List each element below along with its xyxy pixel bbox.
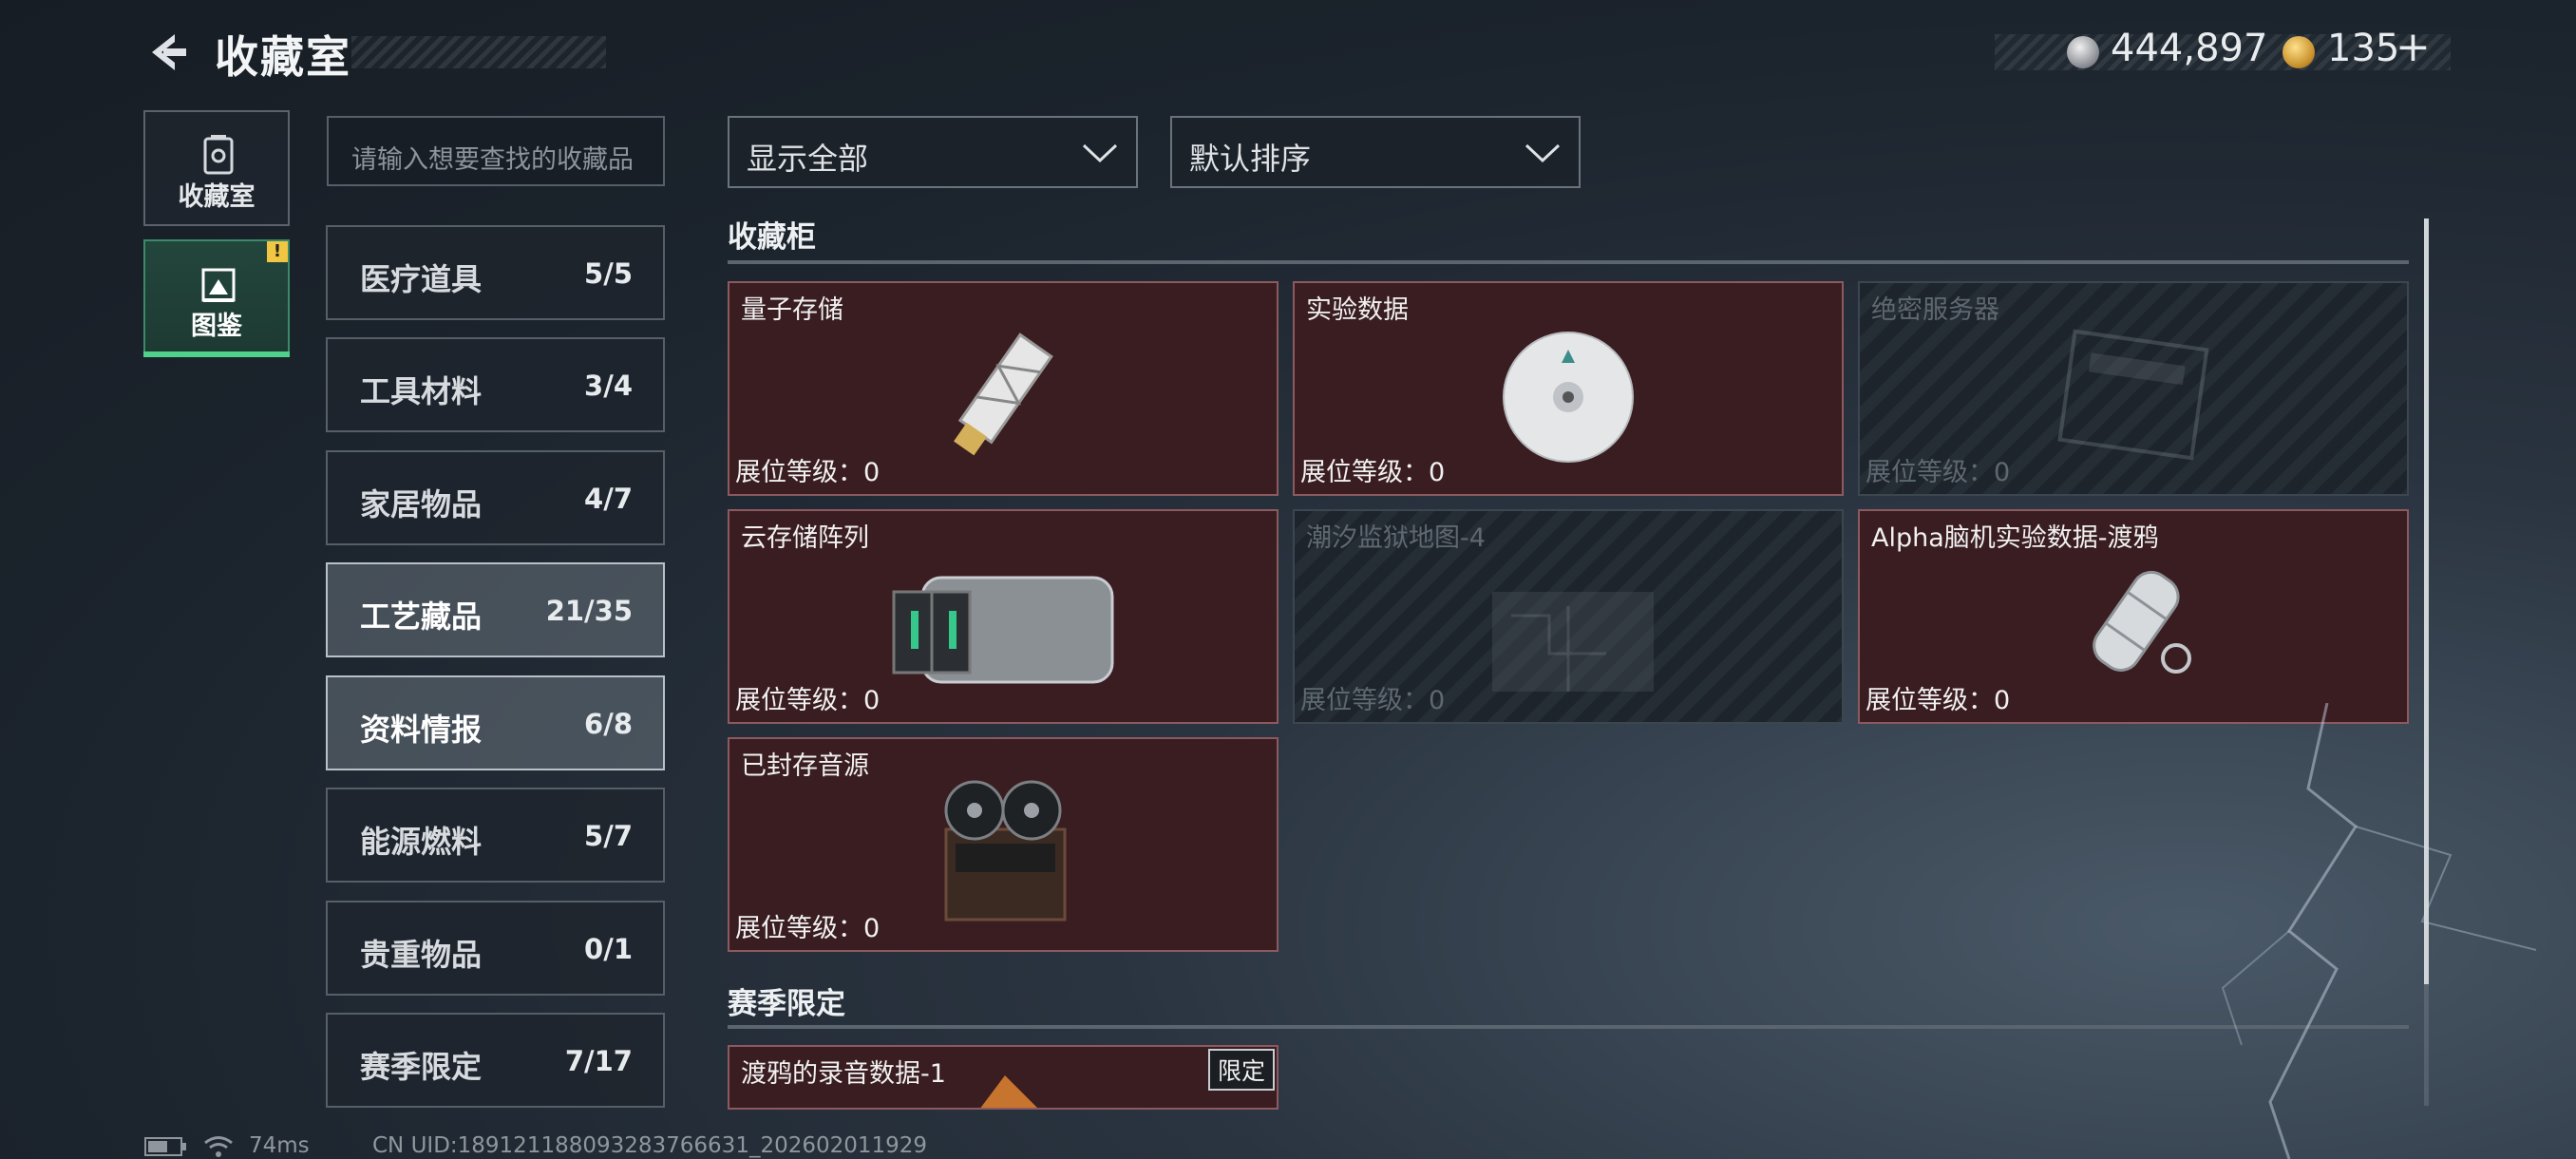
category-count: 4/7	[584, 483, 633, 515]
section-title-season: 赛季限定	[728, 987, 845, 1021]
display-level: 展位等级：0	[1300, 686, 1446, 715]
server-icon	[2057, 329, 2209, 461]
sort-selected: 默认排序	[1189, 141, 1312, 177]
title-decoration	[351, 36, 606, 68]
recorder-partial-icon	[980, 1075, 1037, 1108]
tape-recorder-icon	[944, 780, 1067, 922]
chevron-down-icon	[1082, 143, 1118, 163]
collectible-card[interactable]: 已封存音源 展位等级：0	[728, 737, 1279, 952]
collectible-name: 实验数据	[1306, 295, 1409, 325]
category-name: 工具材料	[360, 373, 483, 409]
display-level: 展位等级：0	[1866, 458, 2011, 487]
category-name: 赛季限定	[360, 1049, 483, 1085]
nav-label-catalog: 图鉴	[191, 312, 242, 341]
usb-drive-icon	[954, 332, 1053, 456]
category-valuables[interactable]: 贵重物品 0/1	[326, 901, 665, 996]
silver-currency-amount: 444,897	[2111, 27, 2268, 70]
capsule-keychain-icon	[2093, 570, 2191, 674]
category-count: 5/7	[584, 820, 633, 852]
display-level: 展位等级：0	[735, 914, 881, 943]
collectible-name: 云存储阵列	[741, 523, 869, 553]
category-crafts[interactable]: 工艺藏品 21/35	[326, 562, 665, 657]
collectible-name: 潮汐监狱地图-4	[1306, 523, 1486, 553]
category-count: 7/17	[564, 1045, 633, 1077]
collectible-card[interactable]: 渡鸦的录音数据-1 限定	[728, 1045, 1279, 1110]
uid-text: CN UID:18912118809328376663​1_2026020119…	[372, 1133, 928, 1158]
album-icon	[201, 268, 236, 302]
collectible-name: 已封存音源	[741, 751, 869, 781]
filter-dropdown[interactable]: 显示全部	[728, 116, 1138, 188]
category-name: 医疗道具	[360, 261, 483, 297]
gold-currency-amount: 135	[2327, 27, 2400, 70]
page-title: 收藏室	[215, 31, 351, 83]
category-season-limited[interactable]: 赛季限定 7/17	[326, 1013, 665, 1108]
alert-badge: !	[267, 241, 288, 262]
category-name: 家居物品	[360, 486, 483, 522]
display-level: 展位等级：0	[735, 458, 881, 487]
collectible-card[interactable]: 云存储阵列 展位等级：0	[728, 509, 1279, 724]
category-name: 资料情报	[360, 712, 483, 748]
category-name: 能源燃料	[360, 824, 483, 860]
nav-tab-collection-room[interactable]: 收藏室	[143, 110, 290, 226]
collectible-card[interactable]: 实验数据 展位等级：0	[1293, 281, 1844, 496]
wifi-icon	[204, 1136, 233, 1157]
map-icon	[1492, 592, 1654, 692]
collectible-card-locked[interactable]: 绝密服务器 展位等级：0	[1858, 281, 2409, 496]
collectible-card[interactable]: 量子存储 展位等级：0	[728, 281, 1279, 496]
gold-coin-icon	[2282, 36, 2315, 68]
category-count: 5/5	[584, 257, 633, 290]
search-input[interactable]: 请输入想要查找的收藏品	[327, 116, 665, 186]
search-placeholder: 请输入想要查找的收藏品	[351, 145, 634, 175]
trash-bin-icon	[203, 135, 234, 175]
category-household[interactable]: 家居物品 4/7	[326, 450, 665, 545]
nav-label-collection-room: 收藏室	[178, 182, 256, 212]
storage-array-icon	[892, 576, 1114, 684]
lightning-decoration	[2221, 703, 2537, 1159]
battery-icon	[144, 1137, 186, 1156]
limited-tag: 限定	[1207, 1049, 1275, 1091]
category-count: 21/35	[545, 595, 633, 627]
collectible-name: 量子存储	[741, 295, 843, 325]
category-count: 6/8	[584, 708, 633, 740]
section-title-cabinet: 收藏柜	[728, 220, 816, 255]
back-arrow-icon[interactable]	[142, 28, 190, 76]
collectible-card-locked[interactable]: 潮汐监狱地图-4 展位等级：0	[1293, 509, 1844, 724]
filter-selected: 显示全部	[747, 141, 869, 177]
display-level: 展位等级：0	[1300, 458, 1446, 487]
display-level: 展位等级：0	[1866, 686, 2011, 715]
category-tools[interactable]: 工具材料 3/4	[326, 337, 665, 432]
display-level: 展位等级：0	[735, 686, 881, 715]
category-count: 3/4	[584, 370, 633, 402]
chevron-down-icon	[1525, 143, 1561, 163]
sort-dropdown[interactable]: 默认排序	[1170, 116, 1581, 188]
category-energy[interactable]: 能源燃料 5/7	[326, 788, 665, 883]
category-name: 贵重物品	[360, 937, 483, 973]
ping-text: 74ms	[249, 1133, 310, 1158]
category-intel[interactable]: 资料情报 6/8	[326, 675, 665, 770]
silver-coin-icon	[2067, 36, 2099, 68]
category-medical[interactable]: 医疗道具 5/5	[326, 225, 665, 320]
add-currency-button[interactable]: +	[2396, 23, 2431, 71]
section-divider	[728, 260, 2409, 264]
category-count: 0/1	[584, 933, 633, 965]
nav-tab-catalog[interactable]: ! 图鉴	[143, 239, 290, 357]
category-name: 工艺藏品	[360, 598, 483, 635]
collectible-name: 绝密服务器	[1871, 295, 1999, 325]
disc-icon	[1503, 332, 1634, 463]
collectible-name: 渡鸦的录音数据-1	[741, 1059, 946, 1089]
collectible-card[interactable]: Alpha脑机实验数据-渡鸦 展位等级：0	[1858, 509, 2409, 724]
